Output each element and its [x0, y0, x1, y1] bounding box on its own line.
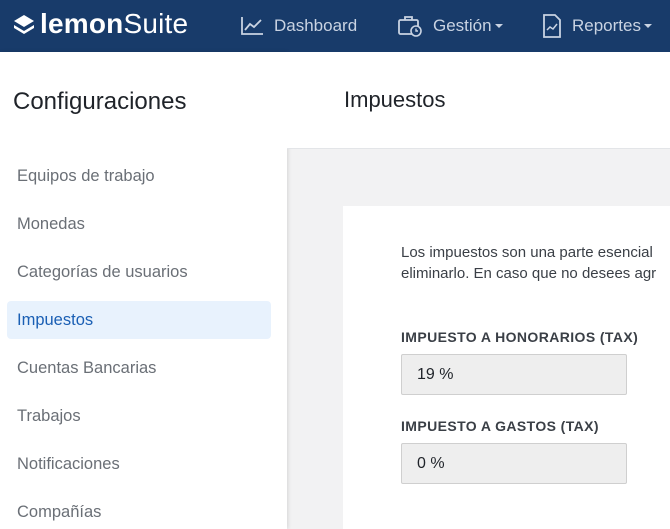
lemon-logo-icon	[14, 15, 34, 34]
taxes-card: Los impuestos son una parte esencial eli…	[343, 206, 670, 529]
app-name-light: Suite	[123, 8, 189, 39]
nav-dashboard-label: Dashboard	[274, 16, 358, 35]
sidebar-title: Configuraciones	[13, 88, 187, 115]
page-title: Impuestos	[344, 87, 446, 112]
sidebar-item-impuestos[interactable]: Impuestos	[7, 301, 271, 339]
chevron-down-icon	[643, 24, 652, 28]
nav-reportes-label: Reportes	[572, 16, 641, 35]
honorarios-tax-input[interactable]: 19 %	[401, 354, 627, 395]
honorarios-tax-label: IMPUESTO A HONORARIOS (TAX)	[401, 329, 639, 345]
settings-sidebar: Configuraciones Equipos de trabajo Moned…	[0, 52, 287, 529]
sidebar-item-equipos[interactable]: Equipos de trabajo	[7, 157, 271, 195]
chevron-down-icon	[494, 24, 503, 28]
gastos-tax-label: IMPUESTO A GASTOS (TAX)	[401, 418, 599, 434]
gastos-tax-input[interactable]: 0 %	[401, 443, 627, 484]
sidebar-item-categorias[interactable]: Categorías de usuarios	[7, 253, 271, 291]
sidebar-item-companias[interactable]: Compañías	[7, 493, 271, 529]
nav-dashboard[interactable]: Dashboard	[240, 0, 357, 52]
page-header: Impuestos	[287, 52, 670, 149]
sidebar-item-cuentas-bancarias[interactable]: Cuentas Bancarias	[7, 349, 271, 387]
top-navbar: lemonSuite Dashboard Gestión Reportes	[0, 0, 670, 52]
description-line-2: eliminarlo. En caso que no desees agr	[401, 265, 657, 282]
app-name: lemonSuite	[40, 8, 188, 40]
app-logo[interactable]: lemonSuite	[12, 8, 188, 40]
nav-reportes[interactable]: Reportes	[542, 0, 652, 52]
description-line-1: Los impuestos son una parte esencial	[401, 244, 653, 261]
chart-line-icon	[241, 17, 263, 35]
taxes-description: Los impuestos son una parte esencial eli…	[401, 242, 670, 284]
sidebar-item-notificaciones[interactable]: Notificaciones	[7, 445, 271, 483]
nav-gestion-label: Gestión	[433, 16, 492, 35]
sidebar-item-monedas[interactable]: Monedas	[7, 205, 271, 243]
app-name-bold: lemon	[40, 8, 124, 39]
sidebar-item-trabajos[interactable]: Trabajos	[7, 397, 271, 435]
nav-gestion[interactable]: Gestión	[397, 0, 503, 52]
briefcase-clock-icon	[398, 16, 422, 37]
report-document-icon	[543, 14, 561, 38]
